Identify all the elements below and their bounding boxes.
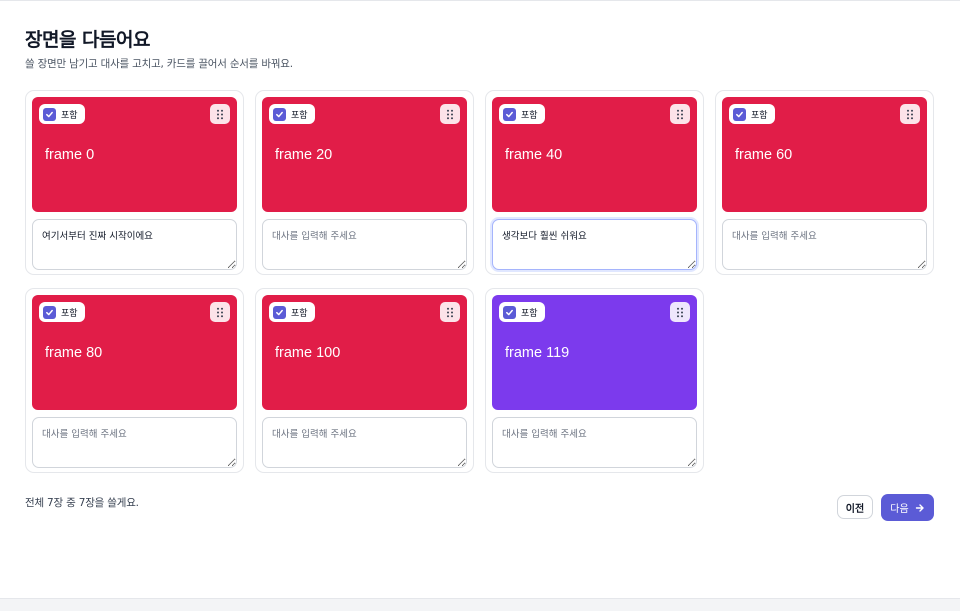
- page-title: 장면을 다듬어요: [25, 29, 150, 51]
- include-label: 포함: [521, 308, 538, 319]
- check-icon[interactable]: [733, 107, 746, 121]
- include-toggle[interactable]: 포함: [39, 302, 85, 322]
- frame-label: frame 20: [275, 147, 333, 163]
- check-icon[interactable]: [43, 107, 56, 121]
- frame-thumbnail: 포함 frame 80: [32, 295, 237, 410]
- check-icon[interactable]: [503, 107, 516, 121]
- include-toggle[interactable]: 포함: [269, 302, 315, 322]
- caption-input[interactable]: [262, 219, 467, 270]
- check-icon[interactable]: [273, 107, 286, 121]
- page-subtitle: 쓸 장면만 남기고 대사를 고치고, 카드를 끌어서 순서를 바꿔요.: [25, 58, 293, 70]
- scene-card[interactable]: 포함 frame 100: [255, 288, 474, 473]
- frame-thumbnail: 포함 frame 100: [262, 295, 467, 410]
- include-label: 포함: [521, 110, 538, 121]
- include-label: 포함: [61, 110, 78, 121]
- frame-label: frame 119: [505, 345, 570, 361]
- caption-input[interactable]: [492, 417, 697, 468]
- scene-editor: 장면을 다듬어요 쓸 장면만 남기고 대사를 고치고, 카드를 끌어서 순서를 …: [25, 28, 935, 473]
- caption-input[interactable]: 여기서부터 진짜 시작이에요: [32, 219, 237, 270]
- frame-label: frame 80: [45, 345, 103, 361]
- frame-label: frame 60: [735, 147, 793, 163]
- drag-handle-icon[interactable]: [670, 104, 690, 124]
- include-toggle[interactable]: 포함: [499, 302, 545, 322]
- drag-handle-icon[interactable]: [440, 302, 460, 322]
- drag-handle-icon[interactable]: [440, 104, 460, 124]
- include-label: 포함: [291, 110, 308, 121]
- check-icon[interactable]: [43, 305, 56, 319]
- scene-card[interactable]: 포함 frame 80: [25, 288, 244, 473]
- include-toggle[interactable]: 포함: [499, 104, 545, 124]
- frame-label: frame 0: [45, 147, 95, 163]
- drag-handle-icon[interactable]: [900, 104, 920, 124]
- include-toggle[interactable]: 포함: [729, 104, 775, 124]
- include-label: 포함: [291, 308, 308, 319]
- drag-handle-icon[interactable]: [210, 302, 230, 322]
- selection-count: 전체 7장 중 7장을 쓸게요.: [25, 497, 139, 509]
- scene-card[interactable]: 포함 frame 20: [255, 90, 474, 275]
- frame-thumbnail: 포함 frame 20: [262, 97, 467, 212]
- next-button-label: 다음: [890, 504, 909, 515]
- next-button[interactable]: 다음: [881, 494, 934, 521]
- scene-card[interactable]: 포함 frame 60: [715, 90, 934, 275]
- scene-card[interactable]: 포함 frame 119: [485, 288, 704, 473]
- frame-thumbnail: 포함 frame 40: [492, 97, 697, 212]
- include-label: 포함: [61, 308, 78, 319]
- check-icon[interactable]: [273, 305, 286, 319]
- check-icon[interactable]: [503, 305, 516, 319]
- frame-label: frame 40: [505, 147, 563, 163]
- include-label: 포함: [751, 110, 768, 121]
- include-toggle[interactable]: 포함: [269, 104, 315, 124]
- caption-input[interactable]: [262, 417, 467, 468]
- frame-thumbnail: 포함 frame 60: [722, 97, 927, 212]
- frame-thumbnail: 포함 frame 0: [32, 97, 237, 212]
- drag-handle-icon[interactable]: [670, 302, 690, 322]
- frame-thumbnail: 포함 frame 119: [492, 295, 697, 410]
- caption-input[interactable]: 생각보다 훨씬 쉬워요: [492, 219, 697, 270]
- caption-input[interactable]: [32, 417, 237, 468]
- scene-card[interactable]: 포함 frame 40 생각보다 훨씬 쉬워요: [485, 90, 704, 275]
- bottom-bar: [0, 598, 960, 611]
- frame-label: frame 100: [275, 345, 341, 361]
- prev-button[interactable]: 이전: [837, 495, 873, 519]
- caption-input[interactable]: [722, 219, 927, 270]
- include-toggle[interactable]: 포함: [39, 104, 85, 124]
- arrow-right-icon: [915, 503, 924, 512]
- scene-card-grid: 포함 frame 0 여기서부터 진짜 시작이에요 포함 frame 20 대사…: [25, 90, 934, 473]
- drag-handle-icon[interactable]: [210, 104, 230, 124]
- scene-card[interactable]: 포함 frame 0 여기서부터 진짜 시작이에요: [25, 90, 244, 275]
- top-divider: [0, 0, 960, 1]
